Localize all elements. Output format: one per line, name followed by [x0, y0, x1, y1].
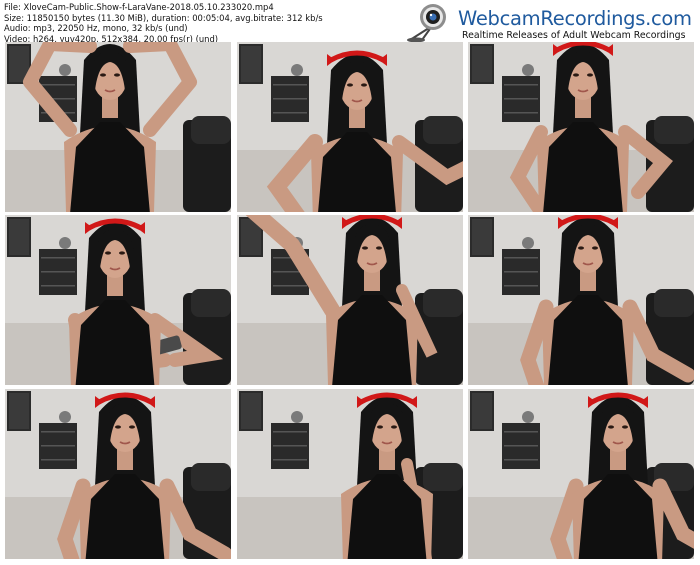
- video-thumbnail: [5, 215, 231, 385]
- video-thumbnail: [5, 42, 231, 212]
- thumbnail-scene: [468, 389, 694, 559]
- thumbnail-grid: [0, 0, 700, 565]
- video-thumbnail: [237, 389, 463, 559]
- thumbnail-scene: [237, 389, 463, 559]
- thumbnail-scene: [5, 42, 231, 212]
- video-thumbnail: [237, 215, 463, 385]
- thumbnail-scene: [468, 42, 694, 212]
- video-thumbnail: [468, 215, 694, 385]
- video-thumbnail: [468, 389, 694, 559]
- thumbnail-scene: [237, 215, 463, 385]
- thumbnail-scene: [237, 42, 463, 212]
- video-thumbnail: [468, 42, 694, 212]
- thumbnail-scene: [5, 215, 231, 385]
- video-thumbnail: [5, 389, 231, 559]
- thumbnail-scene: [468, 215, 694, 385]
- thumbnail-scene: [5, 389, 231, 559]
- video-thumbnail: [237, 42, 463, 212]
